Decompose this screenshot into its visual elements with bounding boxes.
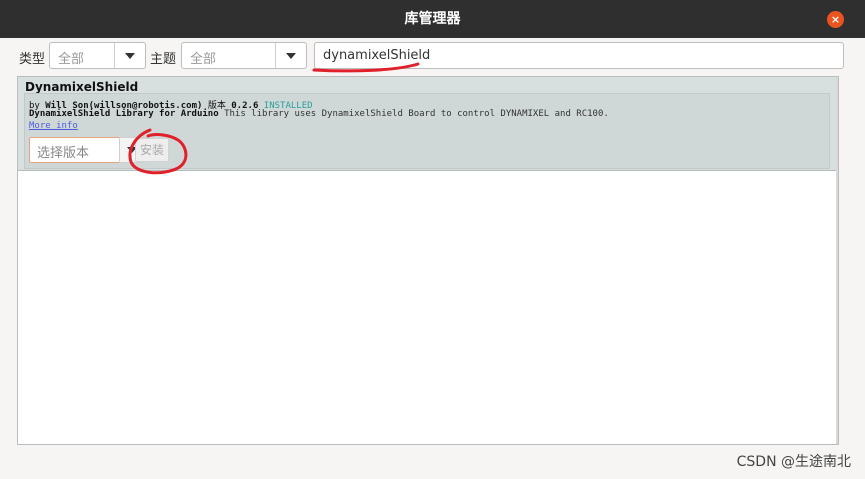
type-label: 类型: [19, 52, 46, 67]
chevron-down-icon: [125, 53, 135, 59]
topic-select[interactable]: 全部: [181, 42, 307, 69]
library-name: DynamixelShield: [25, 80, 139, 94]
library-description: This library uses DynamixelShield Board …: [224, 109, 609, 119]
library-description-line: DynamixelShield Library for Arduino This…: [29, 109, 609, 119]
close-icon[interactable]: ×: [831, 13, 840, 26]
scrollbar[interactable]: [836, 77, 838, 444]
version-select-value: 选择版本: [37, 146, 90, 161]
library-list: DynamixelShield by Will Son(willson@robo…: [17, 76, 839, 445]
window-title: 库管理器: [404, 11, 461, 27]
install-button[interactable]: 安装: [135, 138, 169, 162]
search-input[interactable]: [314, 42, 844, 69]
title-bar[interactable]: 库管理器 ×: [0, 0, 865, 38]
type-select[interactable]: 全部: [49, 42, 146, 69]
list-item[interactable]: DynamixelShield by Will Son(willson@robo…: [18, 77, 836, 171]
library-title: DynamixelShield Library for Arduino: [29, 109, 219, 119]
topic-select-value: 全部: [190, 52, 217, 67]
topic-label: 主题: [150, 52, 177, 67]
version-select[interactable]: 选择版本: [29, 137, 129, 163]
more-info-link[interactable]: More info: [29, 121, 78, 131]
close-button[interactable]: ×: [827, 11, 844, 28]
type-select-arrow[interactable]: [114, 43, 145, 68]
chevron-down-icon: [286, 53, 296, 59]
watermark: CSDN @生途南北: [736, 454, 851, 470]
topic-select-arrow[interactable]: [275, 43, 306, 68]
type-select-value: 全部: [58, 52, 85, 67]
library-manager-window: 库管理器 × 类型 全部 主题 全部 DynamixelShield by Wi…: [0, 0, 865, 479]
